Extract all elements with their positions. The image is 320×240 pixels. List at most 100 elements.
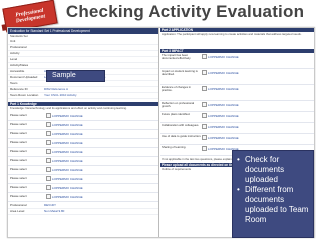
rating-select-label[interactable]: Please select: [8, 186, 46, 189]
rating-choice[interactable]: LOPPERMO CHANGE: [46, 158, 158, 164]
sub-field-value[interactable]: Non Metal 9.80: [44, 209, 158, 214]
info-field-label: Activity/Dates: [10, 63, 29, 68]
info-field-label: Level: [10, 57, 18, 62]
info-field-value: [44, 45, 158, 50]
info-field-value[interactable]: Your CSCL 2010 Activity: [44, 93, 158, 98]
info-field-row: Team Room Location Your CSCL 2010 Activit…: [8, 93, 158, 100]
impact-row: Evidence of changes in practice. LOPPERMO…: [160, 85, 314, 101]
checkbox-icon[interactable]: [202, 146, 207, 151]
callout-list: Check for documents uploaded Different f…: [237, 155, 309, 225]
info-field-label: Team Room Location: [10, 93, 39, 98]
rating-choice[interactable]: LOPPERMO CHANGE: [46, 140, 158, 146]
impact-choice[interactable]: LOPPERMO CHANGE: [202, 124, 314, 129]
part1-rows: Please select LOPPERMO CHANGE Please selec…: [8, 112, 158, 202]
rating-choice-text: LOPPERMO CHANGE: [52, 149, 83, 154]
rating-choice[interactable]: LOPPERMO CHANGE: [46, 131, 158, 137]
info-field-label: Activity: [10, 51, 20, 56]
rating-choice-text: LOPPERMO CHANGE: [52, 122, 83, 127]
checkbox-icon[interactable]: [46, 140, 51, 146]
rating-choice[interactable]: LOPPERMO CHANGE: [46, 167, 158, 173]
rating-choice[interactable]: LOPPERMO CHANGE: [46, 149, 158, 155]
impact-choice[interactable]: LOPPERMO CHANGE: [202, 135, 314, 140]
checkbox-icon[interactable]: [202, 70, 207, 75]
rating-choice-text: LOPPERMO CHANGE: [52, 194, 83, 199]
checkbox-icon[interactable]: [46, 158, 51, 164]
rating-select-label[interactable]: Please select: [8, 114, 46, 117]
info-field-label: Accessible: [10, 69, 25, 74]
checkbox-icon[interactable]: [202, 113, 207, 118]
checkbox-icon[interactable]: [46, 176, 51, 182]
form-left-column: Evaluation for Standard Set 1 Profession…: [8, 28, 159, 237]
rating-choice-text: LOPPERMO CHANGE: [52, 131, 83, 136]
rating-choice[interactable]: LOPPERMO CHANGE: [46, 194, 158, 200]
rating-row: Please select LOPPERMO CHANGE: [8, 193, 158, 202]
rating-row: Please select LOPPERMO CHANGE: [8, 121, 158, 130]
checkbox-icon[interactable]: [202, 135, 207, 140]
impact-choice-text: LOPPERMO CHANGE: [208, 135, 239, 140]
impact-row: Reflection on professional growth. LOPPER…: [160, 101, 314, 112]
checkbox-icon[interactable]: [46, 122, 51, 128]
rating-row: Please select LOPPERMO CHANGE: [8, 175, 158, 184]
rating-select-label[interactable]: Please select: [8, 141, 46, 144]
rating-select-label[interactable]: Please select: [8, 177, 46, 180]
sample-label: Sample: [46, 70, 105, 82]
rating-select-label[interactable]: Please select: [8, 168, 46, 171]
impact-choice[interactable]: LOPPERMO CHANGE: [202, 54, 314, 59]
rating-select-label[interactable]: Please select: [8, 159, 46, 162]
rating-choice-text: LOPPERMO CHANGE: [52, 185, 83, 190]
checkbox-icon[interactable]: [46, 113, 51, 119]
checkbox-icon[interactable]: [46, 194, 51, 200]
impact-row-label: Use of data to guide instruction.: [162, 135, 202, 138]
info-field-label: Professional: [10, 45, 27, 50]
sub-field-label: Area Level: [10, 208, 25, 213]
impact-choice[interactable]: LOPPERMO CHANGE: [202, 86, 314, 91]
impact-row-label: Reflection on professional growth.: [162, 102, 195, 109]
impact-choice-text: LOPPERMO CHANGE: [208, 70, 239, 75]
info-field-label: Team: [10, 81, 18, 86]
rating-select-label[interactable]: Please select: [8, 132, 46, 135]
rating-choice-text: LOPPERMO CHANGE: [52, 158, 83, 163]
checkbox-icon[interactable]: [202, 86, 207, 91]
impact-row-label: Collaboration with colleagues.: [162, 124, 200, 127]
rating-choice[interactable]: LOPPERMO CHANGE: [46, 185, 158, 191]
checkbox-icon[interactable]: [46, 149, 51, 155]
rating-choice-text: LOPPERMO CHANGE: [52, 167, 83, 172]
rating-choice[interactable]: LOPPERMO CHANGE: [46, 113, 158, 119]
checkbox-icon[interactable]: [46, 167, 51, 173]
rating-select-label[interactable]: Please select: [8, 123, 46, 126]
checkbox-icon[interactable]: [202, 124, 207, 129]
impact-choice[interactable]: LOPPERMO CHANGE: [202, 70, 314, 75]
rating-row: Please select LOPPERMO CHANGE: [8, 148, 158, 157]
callout-item-different: Different from documents uploaded to Tea…: [237, 185, 309, 225]
info-field-value[interactable]: DW2 Reference A: [44, 87, 158, 92]
checkbox-icon[interactable]: [46, 185, 51, 191]
sub-field-label: Professional: [10, 202, 27, 207]
info-field-value: [44, 81, 158, 86]
rating-choice[interactable]: LOPPERMO CHANGE: [46, 122, 158, 128]
checkbox-icon[interactable]: [202, 54, 207, 59]
rating-row: Please select LOPPERMO CHANGE: [8, 112, 158, 121]
impact-row: Use of data to guide instruction. LOPPERM…: [160, 134, 314, 145]
rating-select-label[interactable]: Please select: [8, 195, 46, 198]
impact-choice[interactable]: LOPPERMO CHANGE: [202, 102, 314, 107]
impact-choice-text: LOPPERMO CHANGE: [208, 113, 239, 118]
impact-choice[interactable]: LOPPERMO CHANGE: [202, 113, 314, 118]
checkbox-icon[interactable]: [202, 102, 207, 107]
info-field-value: [44, 51, 158, 56]
impact-row-label: The impact has been documented effective…: [162, 54, 192, 61]
impact-choice-text: LOPPERMO CHANGE: [208, 86, 239, 91]
impact-row-label: Impact on student learning is described.: [162, 70, 198, 77]
impact-row: Impact on student learning is described.…: [160, 69, 314, 85]
page-title: Checking Activity Evaluation: [65, 2, 305, 21]
info-field-value: [44, 57, 158, 62]
sub-field-value[interactable]: DEV1DY: [44, 203, 158, 208]
rating-choice[interactable]: LOPPERMO CHANGE: [46, 176, 158, 182]
impact-row-label: Evidence of changes in practice.: [162, 86, 191, 93]
part2-text: Application: The participant will apply …: [162, 32, 302, 36]
checkbox-icon[interactable]: [46, 131, 51, 137]
rating-row: Please select LOPPERMO CHANGE: [8, 130, 158, 139]
impact-row-label: Future plans identified.: [162, 113, 191, 116]
impact-row: The impact has been documented effective…: [160, 53, 314, 69]
rating-choice-text: LOPPERMO CHANGE: [52, 113, 83, 118]
rating-select-label[interactable]: Please select: [8, 150, 46, 153]
